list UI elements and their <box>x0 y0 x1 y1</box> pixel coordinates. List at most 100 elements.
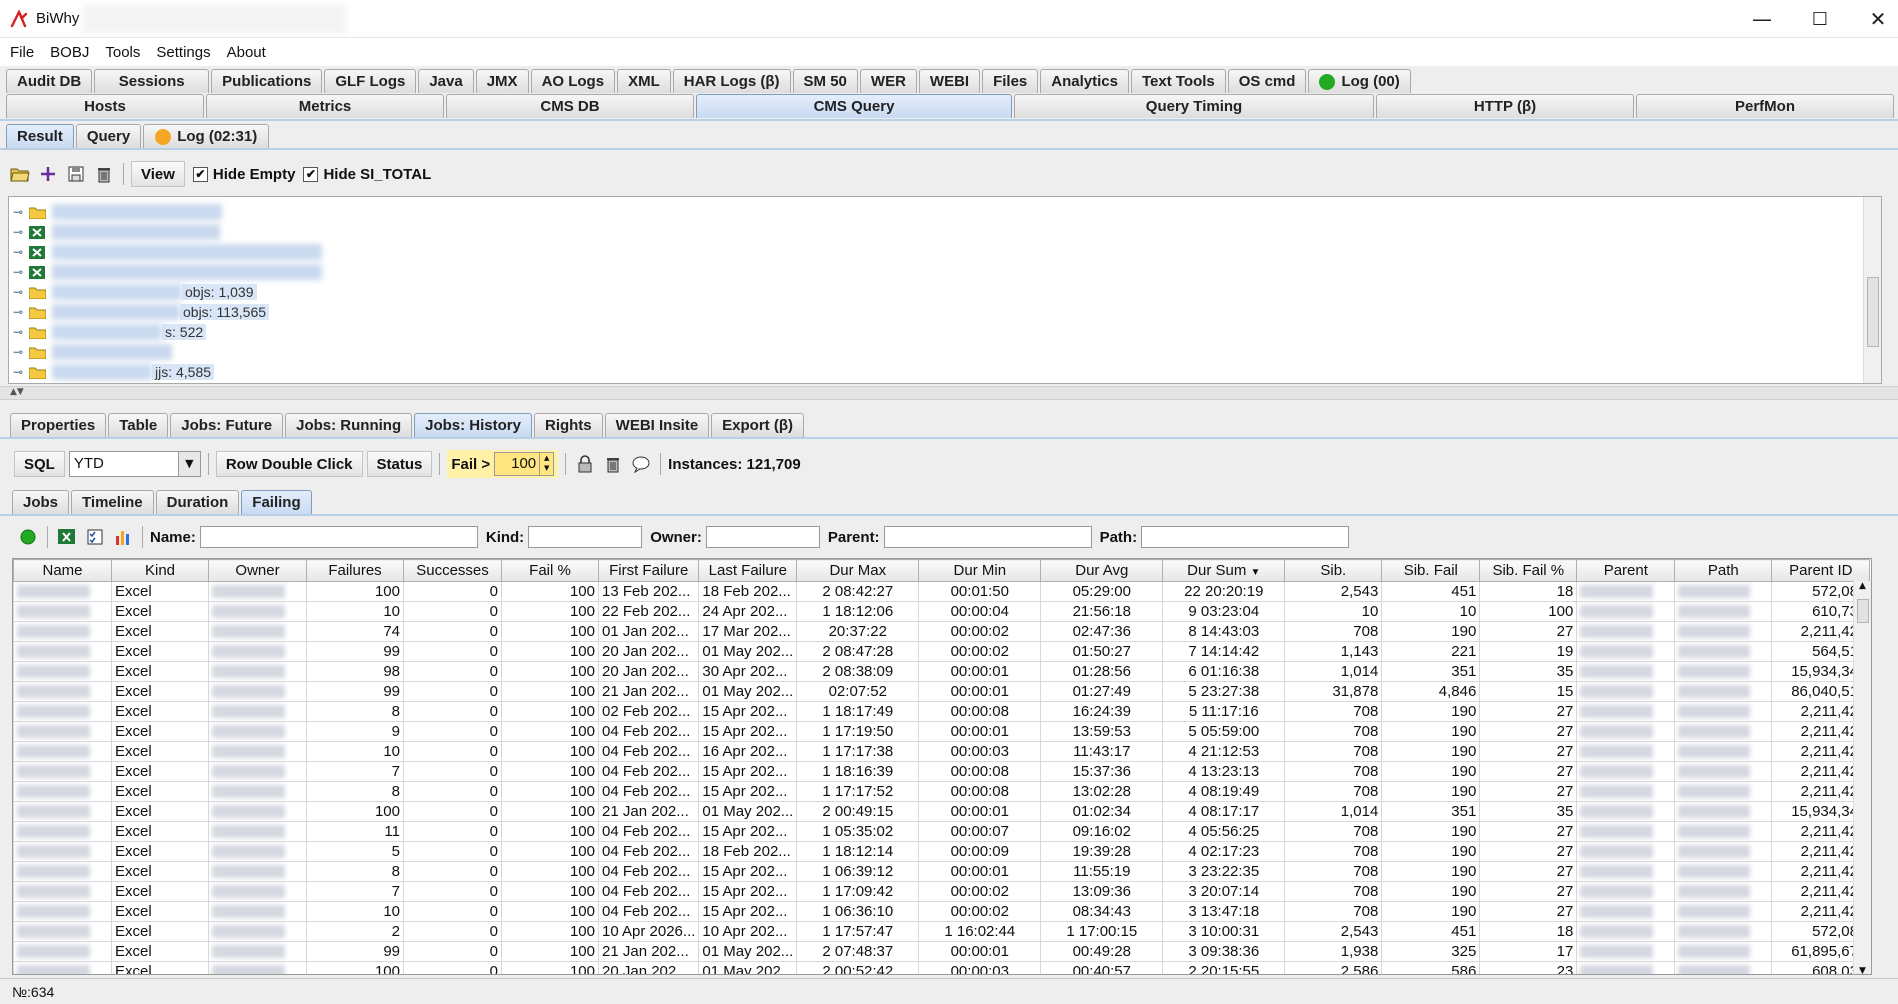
menu-bobj[interactable]: BOBJ <box>42 44 97 61</box>
period-select[interactable]: YTD ▼ <box>68 451 201 477</box>
table-row[interactable]: Excel 7 0 100 04 Feb 202... 15 Apr 202... 1 18… <box>13 761 1871 782</box>
tab-rights[interactable]: Rights <box>533 413 603 437</box>
col-successes[interactable]: Successes <box>403 559 502 582</box>
expand-icon[interactable]: ⊸ <box>13 245 27 259</box>
tree-node[interactable]: ⊸ <box>13 223 220 241</box>
tab-webi[interactable]: WEBI <box>918 69 981 93</box>
col-failures[interactable]: Failures <box>306 559 404 582</box>
table-row[interactable]: Excel 98 0 100 20 Jan 202... 30 Apr 202... 2 0… <box>13 661 1871 682</box>
table-row[interactable]: Excel 99 0 100 21 Jan 202... 01 May 202... 02:… <box>13 681 1871 702</box>
col-fail-pct[interactable]: Fail % <box>501 559 599 582</box>
hide-empty-checkbox[interactable]: ✔ Hide Empty <box>192 166 295 183</box>
menu-about[interactable]: About <box>219 44 274 61</box>
kind-filter-input[interactable] <box>528 526 643 548</box>
col-owner[interactable]: Owner <box>208 559 307 582</box>
expand-icon[interactable]: ⊸ <box>13 345 27 359</box>
tab-wer[interactable]: WER <box>859 69 917 93</box>
tab-table[interactable]: Table <box>108 413 169 437</box>
tab-jobs[interactable]: Jobs <box>12 490 70 514</box>
scroll-up-icon[interactable]: ▲ <box>1854 581 1871 591</box>
object-tree[interactable]: ⊸ ⊸ ⊸ ⊸ ⊸ objs: 1,039 ⊸ objs: 113,565 ⊸ s: … <box>8 196 1882 384</box>
tab-timeline[interactable]: Timeline <box>71 490 154 514</box>
col-parent[interactable]: Parent <box>1576 559 1676 582</box>
tab-query-timing[interactable]: Query Timing <box>1014 94 1374 118</box>
tab-files[interactable]: Files <box>982 69 1039 93</box>
table-row[interactable]: Excel 99 0 100 20 Jan 202... 01 May 202... 2 0… <box>13 641 1871 662</box>
table-row[interactable]: Excel 11 0 100 04 Feb 202... 15 Apr 202... 1 0… <box>13 821 1871 842</box>
table-row[interactable]: Excel 10 0 100 22 Feb 202... 24 Apr 202... 1 1… <box>13 601 1871 622</box>
tab-failing[interactable]: Failing <box>241 490 312 514</box>
expand-icon[interactable]: ⊸ <box>13 225 27 239</box>
table-row[interactable]: Excel 100 0 100 13 Feb 202... 18 Feb 202... 2 … <box>13 581 1871 602</box>
col-parent-id[interactable]: Parent ID <box>1771 559 1871 582</box>
tab-glf-logs[interactable]: GLF Logs <box>324 69 417 93</box>
table-row[interactable]: Excel 10 0 100 04 Feb 202... 16 Apr 202... 1 1… <box>13 741 1871 762</box>
checklist-icon[interactable] <box>83 525 107 549</box>
scroll-down-icon[interactable]: ▼ <box>1854 966 1871 974</box>
table-row[interactable]: Excel 10 0 100 04 Feb 202... 15 Apr 202... 1 0… <box>13 901 1871 922</box>
chevron-down-icon[interactable]: ▼ <box>177 452 200 476</box>
close-button[interactable]: ✕ <box>1856 4 1898 34</box>
tab-jobs-future[interactable]: Jobs: Future <box>170 413 284 437</box>
spinner-arrows-icon[interactable]: ▲ ▼ <box>539 453 553 475</box>
chart-icon[interactable] <box>111 525 135 549</box>
expand-icon[interactable]: ⊸ <box>13 365 27 379</box>
table-row[interactable]: Excel 100 0 100 21 Jan 202... 01 May 202... 2 … <box>13 801 1871 822</box>
col-dur-avg[interactable]: Dur Avg <box>1040 559 1164 582</box>
tab-audit-db[interactable]: Audit DB <box>6 69 93 93</box>
row-double-click-button[interactable]: Row Double Click <box>215 451 363 477</box>
col-sib-fail[interactable]: Sib. Fail <box>1381 559 1481 582</box>
col-sib[interactable]: Sib. <box>1284 559 1383 582</box>
tab-metrics[interactable]: Metrics <box>206 94 444 118</box>
tree-node[interactable]: ⊸ <box>13 203 222 221</box>
tab-cms-db[interactable]: CMS DB <box>446 94 694 118</box>
tree-node[interactable]: ⊸ objs: 1,039 <box>13 283 257 301</box>
tab-publications[interactable]: Publications <box>211 69 323 93</box>
col-first-failure[interactable]: First Failure <box>597 559 700 582</box>
tree-node[interactable]: ⊸ objs: 113,565 <box>13 303 270 321</box>
menu-tools[interactable]: Tools <box>97 44 148 61</box>
tab-xml[interactable]: XML <box>617 69 671 93</box>
hide-si-total-checkbox[interactable]: ✔ Hide SI_TOTAL <box>303 166 431 183</box>
table-scrollbar[interactable]: ▲ ▼ <box>1853 581 1871 974</box>
tree-node[interactable]: ⊸ <box>13 243 322 261</box>
refresh-icon[interactable] <box>16 525 40 549</box>
tree-node[interactable]: ⊸ jjs: 4,585 <box>13 363 215 381</box>
tab-duration[interactable]: Duration <box>155 490 240 514</box>
tab-java[interactable]: Java <box>418 69 474 93</box>
table-row[interactable]: Excel 74 0 100 01 Jan 202... 17 Mar 202... 20:… <box>13 621 1871 642</box>
expand-icon[interactable]: ⊸ <box>13 305 27 319</box>
excel-export-icon[interactable] <box>55 525 79 549</box>
tree-node[interactable]: ⊸ s: 522 <box>13 323 207 341</box>
tab-query[interactable]: Query <box>75 124 142 148</box>
tab-export[interactable]: Export (β) <box>711 413 804 437</box>
expand-icon[interactable]: ⊸ <box>13 285 27 299</box>
table-row[interactable]: Excel 8 0 100 02 Feb 202... 15 Apr 202... 1 18… <box>13 701 1871 722</box>
col-name[interactable]: Name <box>13 559 112 582</box>
sql-button[interactable]: SQL <box>14 451 65 477</box>
table-row[interactable]: Excel 7 0 100 04 Feb 202... 15 Apr 202... 1 17… <box>13 881 1871 902</box>
tab-webi-insite[interactable]: WEBI Insite <box>604 413 710 437</box>
table-row[interactable]: Excel 8 0 100 04 Feb 202... 15 Apr 202... 1 06… <box>13 861 1871 882</box>
pane-splitter[interactable]: ▲▼ <box>0 386 1898 400</box>
tree-node[interactable]: ⊸ <box>13 343 172 361</box>
save-icon[interactable] <box>64 162 88 186</box>
tab-sm50[interactable]: SM 50 <box>792 69 858 93</box>
tree-node[interactable]: ⊸ <box>13 263 322 281</box>
tab-ao-logs[interactable]: AO Logs <box>530 69 616 93</box>
tab-perfmon[interactable]: PerfMon <box>1636 94 1894 118</box>
tab-text-tools[interactable]: Text Tools <box>1130 69 1226 93</box>
tab-result[interactable]: Result <box>6 124 74 148</box>
tab-properties[interactable]: Properties <box>10 413 107 437</box>
col-last-failure[interactable]: Last Failure <box>698 559 798 582</box>
fail-threshold-spinner[interactable]: 100 ▲ ▼ <box>494 452 555 476</box>
expand-icon[interactable]: ⊸ <box>13 205 27 219</box>
status-button[interactable]: Status <box>366 451 433 477</box>
expand-icon[interactable]: ⊸ <box>13 325 27 339</box>
col-dur-max[interactable]: Dur Max <box>796 559 920 582</box>
open-folder-icon[interactable] <box>8 162 32 186</box>
trash-icon[interactable] <box>92 162 116 186</box>
menu-settings[interactable]: Settings <box>148 44 218 61</box>
add-icon[interactable] <box>36 162 60 186</box>
table-row[interactable]: Excel 9 0 100 04 Feb 202... 15 Apr 202... 1 17… <box>13 721 1871 742</box>
